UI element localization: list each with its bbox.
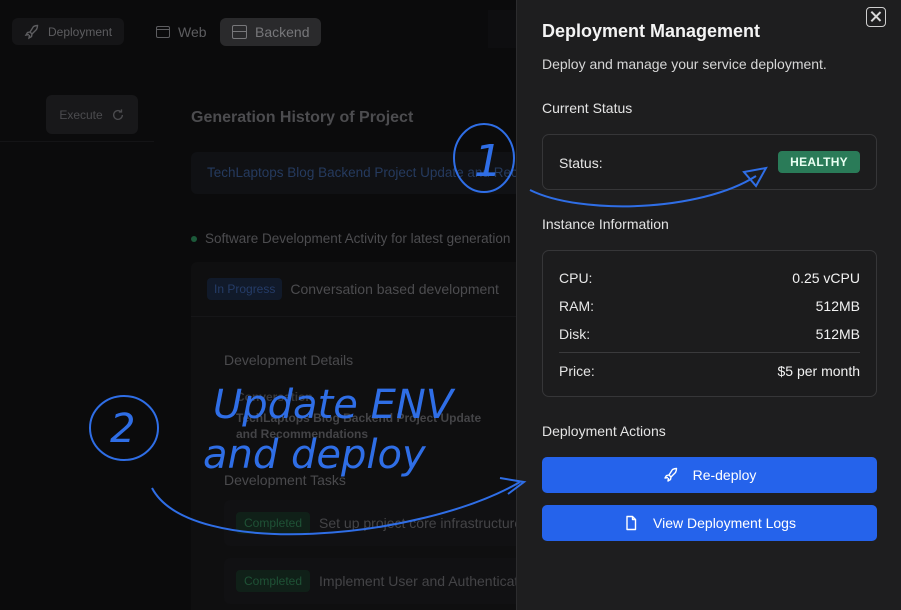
view-logs-button[interactable]: View Deployment Logs bbox=[542, 505, 877, 541]
cpu-value: 0.25 vCPU bbox=[792, 270, 860, 286]
divider bbox=[191, 316, 521, 317]
instance-info-heading: Instance Information bbox=[542, 216, 669, 232]
conversation-text: TechLaptops Blog Backend Project Update … bbox=[236, 411, 482, 441]
refresh-icon bbox=[112, 108, 123, 120]
close-icon[interactable] bbox=[866, 7, 886, 27]
deployment-button[interactable]: Deployment bbox=[12, 18, 125, 45]
project-card[interactable]: TechLaptops Blog Backend Project Update … bbox=[191, 152, 521, 194]
instance-row-ram: RAM: 512MB bbox=[559, 298, 860, 314]
current-status-heading: Current Status bbox=[542, 100, 633, 116]
status-badge: HEALTHY bbox=[778, 151, 860, 173]
instance-row-price: Price: $5 per month bbox=[559, 363, 860, 379]
activity-status-row: In Progress Conversation based developme… bbox=[207, 278, 499, 300]
development-tasks-heading: Development Tasks bbox=[224, 472, 346, 488]
price-label: Price: bbox=[559, 363, 595, 379]
deployment-label: Deployment bbox=[48, 24, 113, 39]
conversation-label: Conversation bbox=[236, 390, 313, 404]
tab-web-label: Web bbox=[178, 24, 207, 40]
tab-web[interactable]: Web bbox=[146, 18, 217, 46]
task-item[interactable]: Completed Set up project core infrastruc… bbox=[224, 500, 524, 546]
drawer-subtitle: Deploy and manage your service deploymen… bbox=[542, 56, 827, 72]
document-icon bbox=[626, 515, 637, 531]
instance-divider bbox=[559, 352, 860, 353]
tab-backend[interactable]: Backend bbox=[220, 18, 322, 46]
top-toolbar-edge bbox=[488, 10, 516, 48]
development-details-heading: Development Details bbox=[224, 352, 354, 368]
instance-row-cpu: CPU: 0.25 vCPU bbox=[559, 270, 860, 286]
top-bar: Deployment Web Backend bbox=[0, 0, 516, 62]
completed-badge: Completed bbox=[236, 512, 311, 534]
left-divider bbox=[0, 141, 154, 142]
history-title: Generation History of Project bbox=[191, 109, 414, 126]
rocket-icon bbox=[24, 24, 39, 39]
in-progress-badge: In Progress bbox=[207, 278, 283, 300]
disk-label: Disk: bbox=[559, 326, 591, 342]
server-icon bbox=[232, 25, 247, 39]
deployment-drawer: Deployment Management Deploy and manage … bbox=[516, 0, 901, 610]
price-value: $5 per month bbox=[777, 363, 861, 379]
completed-badge: Completed bbox=[236, 570, 311, 592]
status-label: Status: bbox=[559, 155, 603, 171]
status-card: Status: HEALTHY bbox=[542, 134, 877, 190]
tab-backend-label: Backend bbox=[255, 24, 310, 40]
ram-label: RAM: bbox=[559, 298, 594, 314]
activity-text: Software Development Activity for latest… bbox=[205, 231, 511, 246]
status-dot-icon bbox=[191, 235, 197, 242]
redeploy-label: Re-deploy bbox=[692, 467, 757, 483]
activity-header: Software Development Activity for latest… bbox=[191, 231, 510, 246]
task-item[interactable]: Completed Implement User and Authenticat… bbox=[224, 558, 524, 604]
execute-button[interactable]: Execute bbox=[46, 95, 138, 134]
activity-status-text: Conversation based development bbox=[290, 281, 499, 297]
disk-value: 512MB bbox=[815, 326, 860, 342]
drawer-title: Deployment Management bbox=[542, 21, 761, 41]
instance-card: CPU: 0.25 vCPU RAM: 512MB Disk: 512MB Pr… bbox=[542, 250, 877, 397]
view-logs-label: View Deployment Logs bbox=[653, 515, 796, 531]
execute-label: Execute bbox=[59, 107, 103, 122]
task-text: Set up project core infrastructure bbox=[319, 515, 523, 531]
deployment-actions-heading: Deployment Actions bbox=[542, 423, 666, 439]
instance-row-disk: Disk: 512MB bbox=[559, 326, 860, 342]
cpu-label: CPU: bbox=[559, 270, 593, 286]
redeploy-button[interactable]: Re-deploy bbox=[542, 457, 877, 493]
browser-window-icon bbox=[156, 26, 170, 38]
ram-value: 512MB bbox=[815, 298, 860, 314]
task-text: Implement User and Authentication bbox=[319, 573, 524, 589]
project-name: TechLaptops Blog Backend Project Update … bbox=[207, 165, 521, 180]
rocket-icon bbox=[663, 467, 677, 482]
